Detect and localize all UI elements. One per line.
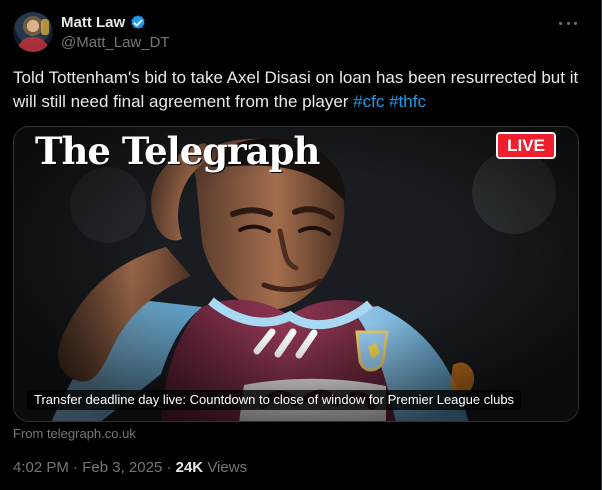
more-options-icon[interactable] (559, 18, 577, 28)
live-badge: LIVE (496, 132, 556, 159)
verified-badge-icon (131, 15, 145, 29)
metadata-separator: · (68, 459, 83, 476)
display-name-row: Matt Law (61, 13, 170, 33)
tweet-text: Told Tottenham's bid to take Axel Disasi… (13, 66, 579, 114)
user-handle[interactable]: @Matt_Law_DT (61, 33, 170, 53)
tweet-header: Matt Law @Matt_Law_DT (13, 12, 581, 54)
hashtag-thfc[interactable]: #thfc (389, 92, 426, 111)
tweet-card[interactable]: Matt Law @Matt_Law_DT Told Tottenham's b… (0, 0, 602, 490)
tweet-body-text: Told Tottenham's bid to take Axel Disasi… (13, 68, 579, 111)
more-dot-icon (574, 21, 577, 25)
profile-avatar[interactable] (13, 12, 53, 52)
views-count[interactable]: 24K (176, 459, 204, 476)
tweet-time[interactable]: 4:02 PM (13, 459, 69, 476)
link-source[interactable]: From telegraph.co.uk (13, 426, 136, 442)
tweet-metadata: 4:02 PM · Feb 3, 2025 · 24K Views (13, 458, 247, 478)
telegraph-logo: The Telegraph (35, 129, 320, 173)
link-caption[interactable]: Transfer deadline day live: Countdown to… (27, 390, 522, 410)
author-names: Matt Law @Matt_Law_DT (61, 13, 170, 53)
link-preview-card[interactable]: The Telegraph LIVE Transfer deadline day… (13, 126, 579, 422)
views-label: Views (203, 459, 248, 476)
more-dot-icon (566, 21, 570, 25)
tweet-date[interactable]: Feb 3, 2025 (82, 459, 162, 476)
display-name[interactable]: Matt Law (61, 13, 125, 33)
hashtag-cfc[interactable]: #cfc (353, 92, 384, 111)
more-dot-icon (559, 21, 562, 25)
metadata-separator: · (162, 459, 176, 476)
